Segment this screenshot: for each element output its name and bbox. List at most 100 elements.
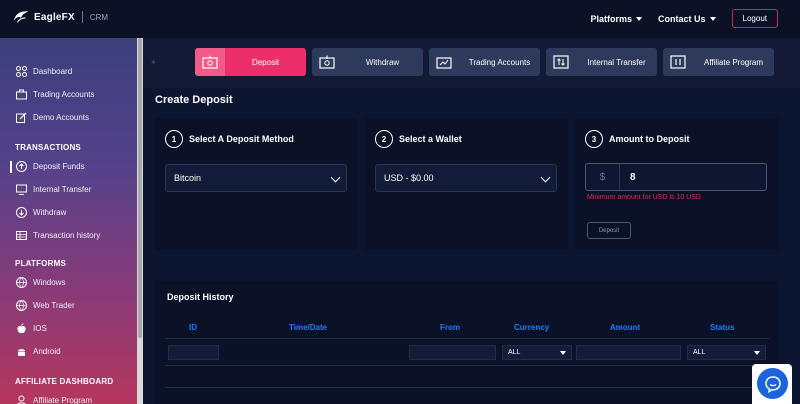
globe-icon (16, 300, 27, 311)
table-icon (16, 230, 27, 241)
android-icon (16, 346, 27, 357)
from-filter-input[interactable] (409, 345, 496, 360)
active-indicator (10, 161, 12, 173)
sidebar-item-label: Dashboard (33, 67, 73, 76)
chat-icon (757, 368, 788, 399)
top-bar: EagleFX CRM Platforms Contact Us Logout (0, 0, 800, 38)
arrow-down-circle-icon (16, 207, 27, 218)
transactions-heading: TRANSACTIONS (15, 143, 81, 152)
column-header-id[interactable]: ID (189, 323, 197, 332)
step-number: 2 (375, 130, 393, 148)
select-value: ALL (508, 349, 521, 356)
tab-trading-accounts[interactable]: Trading Accounts (429, 48, 540, 76)
platforms-label: Platforms (590, 13, 633, 24)
sidebar-item-transaction-history[interactable]: Transaction history (16, 230, 100, 241)
sidebar-item-label: IOS (33, 324, 47, 333)
platforms-menu[interactable]: Platforms (591, 14, 643, 24)
brand-suffix: CRM (89, 12, 109, 22)
sidebar-item-label: Demo Accounts (33, 113, 90, 122)
sidebar-item-ios[interactable]: IOS (16, 323, 47, 334)
chevron-down-icon (540, 172, 551, 183)
row-divider (165, 365, 769, 366)
briefcase-icon (16, 89, 27, 100)
sidebar-item-web-trader[interactable]: Web Trader (16, 300, 75, 311)
sparkle-icon: ✦ (150, 58, 157, 67)
sidebar-item-label: Transaction history (33, 231, 101, 240)
id-filter-input[interactable] (168, 345, 219, 360)
sidebar-item-android[interactable]: Android (16, 346, 61, 357)
chevron-down-icon (330, 172, 341, 183)
column-header-status[interactable]: Status (710, 323, 734, 332)
currency-filter-select[interactable]: ALL (502, 345, 572, 360)
row-divider (165, 387, 769, 388)
eagle-logo-icon (13, 11, 29, 23)
amount-input[interactable]: $ 8 (585, 163, 767, 191)
chat-widget[interactable] (752, 364, 792, 404)
logout-button[interactable]: Logout (731, 9, 778, 28)
sidebar-item-affiliate-program[interactable]: Affiliate Program (16, 395, 92, 404)
sidebar-item-label: Web Trader (33, 301, 75, 310)
column-header-from[interactable]: From (440, 323, 460, 332)
sidebar-item-label: Windows (33, 278, 66, 287)
brand-name: EagleFX (34, 11, 75, 23)
sidebar-item-windows[interactable]: Windows (16, 277, 65, 288)
amount-filter-input[interactable] (576, 345, 681, 360)
tab-internal-transfer[interactable]: Internal Transfer (546, 48, 657, 76)
chevron-down-icon (636, 16, 643, 21)
currency-symbol: $ (586, 164, 620, 190)
sidebar-item-deposit-funds[interactable]: Deposit Funds (16, 161, 85, 172)
edit-icon (16, 112, 27, 123)
chevron-down-icon (709, 16, 716, 21)
scrollbar-thumb[interactable] (138, 38, 142, 338)
column-header-currency[interactable]: Currency (514, 323, 549, 332)
sidebar-item-label: Withdraw (33, 208, 67, 217)
platforms-heading: PLATFORMS (15, 259, 66, 268)
tab-withdraw[interactable]: Withdraw (312, 48, 423, 76)
sidebar-item-dashboard[interactable]: Dashboard (16, 66, 72, 77)
sidebar-item-demo-accounts[interactable]: Demo Accounts (16, 112, 89, 123)
contact-menu[interactable]: Contact Us (658, 14, 716, 24)
monitor-icon (16, 184, 27, 195)
sidebar-item-internal-transfer[interactable]: Internal Transfer (16, 184, 91, 195)
dashboard-icon (16, 66, 27, 77)
tab-label: Internal Transfer (587, 57, 646, 67)
minimum-amount-error: Minimum amount for USD is 10 USD (587, 194, 701, 201)
chevron-down-icon (754, 351, 760, 355)
sidebar-item-withdraw[interactable]: Withdraw (16, 207, 66, 218)
header-divider (165, 338, 769, 339)
chevron-down-icon (560, 351, 566, 355)
card-title: Select a Wallet (399, 134, 462, 144)
column-header-time-date[interactable]: Time/Date (289, 323, 327, 332)
deposit-button[interactable]: Deposit (587, 222, 631, 239)
column-header-amount[interactable]: Amount (610, 323, 640, 332)
status-filter-select[interactable]: ALL (687, 345, 766, 360)
page-title: Create Deposit (155, 94, 233, 106)
sidebar-item-trading-accounts[interactable]: Trading Accounts (16, 89, 95, 100)
wallet-card: 2 Select a Wallet USD - $0.00 (365, 118, 568, 250)
wallet-select[interactable]: USD - $0.00 (375, 164, 557, 192)
transfer-icon (546, 48, 576, 76)
sidebar-item-label: Internal Transfer (33, 185, 92, 194)
select-value: USD - $0.00 (384, 173, 434, 183)
select-value: Bitcoin (174, 173, 202, 183)
tab-deposit[interactable]: Deposit (195, 48, 306, 76)
apple-icon (16, 323, 27, 334)
logo[interactable]: EagleFX CRM (12, 8, 108, 26)
arrow-up-circle-icon (16, 161, 27, 172)
sidebar-item-label: Deposit Funds (33, 162, 85, 171)
card-heading: 3 Amount to Deposit (585, 130, 690, 148)
affiliate-heading: AFFILIATE DASHBOARD (15, 377, 114, 386)
tab-label: Affiliate Program (704, 57, 763, 67)
tab-label: Deposit (251, 57, 280, 67)
deposit-method-select[interactable]: Bitcoin (165, 164, 347, 192)
step-number: 3 (585, 130, 603, 148)
select-value: ALL (693, 349, 706, 356)
tab-label: Trading Accounts (468, 57, 531, 67)
affiliate-icon (663, 48, 693, 76)
tab-affiliate-program[interactable]: Affiliate Program (663, 48, 774, 76)
card-heading: 2 Select a Wallet (375, 130, 462, 148)
card-title: Select A Deposit Method (189, 134, 294, 144)
sidebar-item-label: Android (33, 347, 61, 356)
amount-value: 8 (630, 171, 636, 183)
card-heading: 1 Select A Deposit Method (165, 130, 294, 148)
